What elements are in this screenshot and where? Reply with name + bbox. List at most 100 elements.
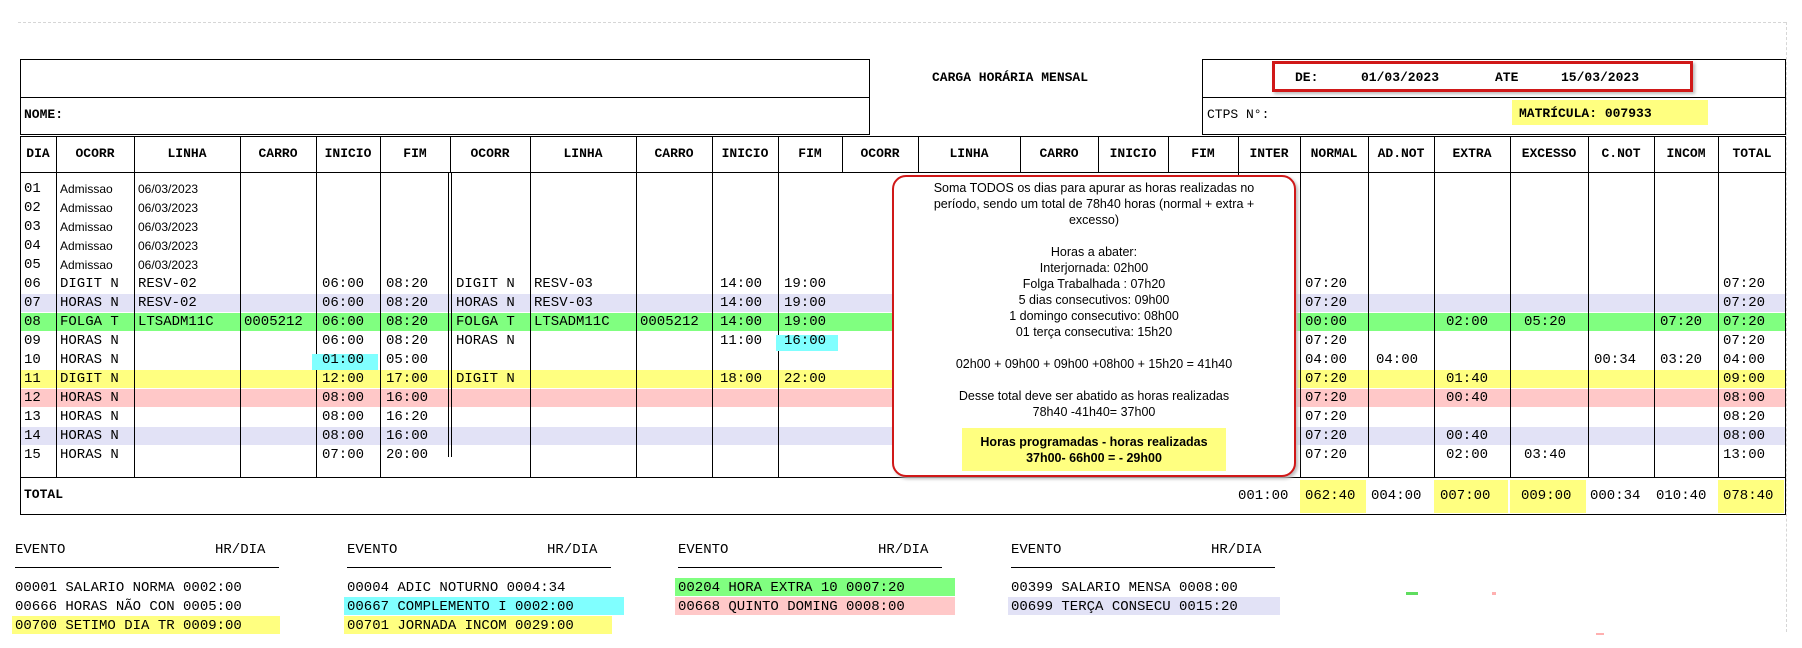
row-09-total: 07:20: [1723, 333, 1766, 349]
events-divider: [678, 567, 942, 568]
explanation-callout: Soma TODOS os dias para apurar as horas …: [892, 175, 1296, 477]
row-09-normal: 07:20: [1305, 333, 1348, 349]
matricula-label: MATRÍCULA: 007933: [1519, 106, 1652, 121]
row-06-normal: 07:20: [1305, 276, 1348, 292]
column-header-incom: INCOM: [1666, 146, 1706, 161]
row-11-normal: 07:20: [1305, 371, 1348, 387]
total-inter: 001:00: [1238, 488, 1289, 504]
row-10-incom: 03:20: [1660, 352, 1703, 368]
row-09-ocorr2: HORAS N: [456, 333, 515, 349]
column-divider: [56, 136, 57, 477]
column-divider: [1368, 136, 1369, 477]
row-07-linha2: RESV-03: [534, 295, 593, 311]
column-divider: [530, 136, 531, 477]
row-09-fim1: 08:20: [386, 333, 429, 349]
column-header-inicio: INICIO: [324, 146, 372, 161]
ate-value: 15/03/2023: [1561, 70, 1640, 85]
row-15-dia: 15: [24, 447, 41, 463]
row-04-linha1: 06/03/2023: [138, 239, 199, 253]
row-15-ocorr1: HORAS N: [60, 447, 119, 463]
row-14-inicio1: 08:00: [322, 428, 365, 444]
row-13-dia: 13: [24, 409, 41, 425]
ate-label: ATE: [1495, 70, 1519, 85]
row-01-dia: 01: [24, 181, 41, 197]
page-title: CARGA HORÁRIA MENSAL: [932, 70, 1089, 85]
hrdia-header: HR/DIA: [1211, 542, 1262, 558]
row-13-fim1: 16:20: [386, 409, 429, 425]
row-11-fim1: 17:00: [386, 371, 429, 387]
column-divider: [712, 136, 713, 477]
row-06-inicio2: 14:00: [720, 276, 763, 292]
pink-mark-2: [1596, 633, 1604, 635]
row-04-ocorr1: Admissao: [60, 239, 113, 253]
event-header: EVENTO: [347, 542, 398, 558]
column-header-inicio: INICIO: [721, 146, 769, 161]
event-entry: 00399 SALARIO MENSA 0008:00: [1011, 580, 1238, 596]
column-header-total: TOTAL: [1732, 146, 1772, 161]
row-13-inicio1: 08:00: [322, 409, 365, 425]
event-entry: 00701 JORNADA INCOM 0029:00: [347, 618, 574, 634]
row-08-dia: 08: [24, 314, 41, 330]
row-11-total: 09:00: [1723, 371, 1766, 387]
callout-line: excesso): [1068, 213, 1120, 227]
row-07-inicio1: 06:00: [322, 295, 365, 311]
row-07-fim2: 19:00: [784, 295, 827, 311]
row-07-fim1: 08:20: [386, 295, 429, 311]
column-header-adnot: AD.NOT: [1377, 146, 1425, 161]
row-06-linha1: RESV-02: [138, 276, 197, 292]
row-10-adnot: 04:00: [1376, 352, 1419, 368]
row-06-linha2: RESV-03: [534, 276, 593, 292]
column-double-divider: [448, 172, 452, 457]
column-header-inicio: INICIO: [1109, 146, 1157, 161]
row-14-fim1: 16:00: [386, 428, 429, 444]
callout-line: 5 dias consecutivos: 09h00: [1018, 293, 1170, 307]
row-15-inicio1: 07:00: [322, 447, 365, 463]
row-14-normal: 07:20: [1305, 428, 1348, 444]
row-07-total: 07:20: [1723, 295, 1766, 311]
event-entry: 00004 ADIC NOTURNO 0004:34: [347, 580, 566, 596]
row-07-normal: 07:20: [1305, 295, 1348, 311]
column-header-carro: CARRO: [1039, 146, 1079, 161]
column-divider: [1434, 136, 1435, 477]
row-09-inicio2: 11:00: [720, 333, 763, 349]
callout-line: Folga Trabalhada : 07h20: [1022, 277, 1166, 291]
column-header-normal: NORMAL: [1310, 146, 1358, 161]
column-header-fim: FIM: [798, 146, 822, 161]
column-divider: [316, 136, 317, 477]
callout-line: 01 terça consecutiva: 15h20: [1015, 325, 1173, 339]
pink-mark: [1492, 592, 1496, 595]
ctps-label: CTPS N°:: [1207, 107, 1270, 122]
row-10-dia: 10: [24, 352, 41, 368]
total-incom: 010:40: [1656, 488, 1707, 504]
events-divider: [347, 567, 611, 568]
column-header-ocorr: OCORR: [75, 146, 115, 161]
column-divider: [636, 136, 637, 477]
total-cnot: 000:34: [1590, 488, 1641, 504]
total-adnot: 004:00: [1371, 488, 1422, 504]
row-14-dia: 14: [24, 428, 41, 444]
row-07-inicio2: 14:00: [720, 295, 763, 311]
column-header-carro: CARRO: [654, 146, 694, 161]
row-12-dia: 12: [24, 390, 41, 406]
row-11-ocorr2: DIGIT N: [456, 371, 515, 387]
row-15-excesso: 03:40: [1524, 447, 1567, 463]
column-header-linha: LINHA: [563, 146, 603, 161]
row-10-cnot: 00:34: [1594, 352, 1637, 368]
row-03-ocorr1: Admissao: [60, 220, 113, 234]
event-entry: 00204 HORA EXTRA 10 0007:20: [678, 580, 905, 596]
column-header-extra: EXTRA: [1452, 146, 1492, 161]
column-header-fim: FIM: [1191, 146, 1215, 161]
row-03-dia: 03: [24, 219, 41, 235]
row-02-ocorr1: Admissao: [60, 201, 113, 215]
hrdia-header: HR/DIA: [215, 542, 266, 558]
row-09-fim2: 16:00: [784, 333, 827, 349]
row-09-ocorr1: HORAS N: [60, 333, 119, 349]
column-header-cnot: C.NOT: [1601, 146, 1641, 161]
event-entry: 00666 HORAS NÃO CON 0005:00: [15, 599, 242, 615]
row-14-extra: 00:40: [1446, 428, 1489, 444]
event-header: EVENTO: [678, 542, 729, 558]
column-divider: [1300, 136, 1301, 477]
row-10-normal: 04:00: [1305, 352, 1348, 368]
column-divider: [778, 136, 779, 477]
row-07-ocorr1: HORAS N: [60, 295, 119, 311]
